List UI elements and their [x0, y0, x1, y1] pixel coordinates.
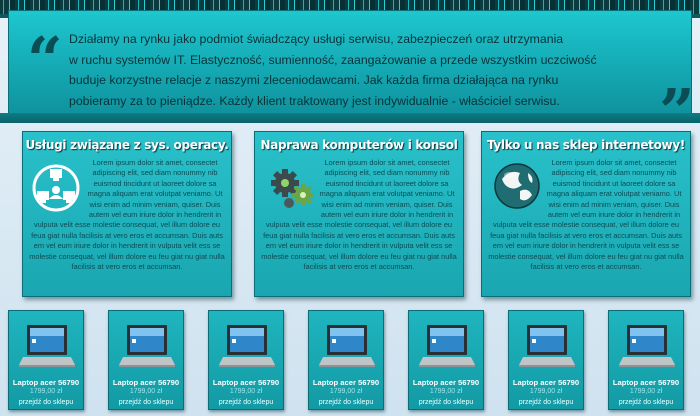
laptop-image: [519, 325, 575, 367]
product-price: 1799,00 zł: [129, 388, 163, 395]
product-price: 1799,00 zł: [529, 388, 563, 395]
product-name: Laptop acer 56790: [312, 378, 380, 387]
product-card[interactable]: Laptop acer 56790 1799,00 zł przejdź do …: [208, 310, 284, 410]
product-card[interactable]: Laptop acer 56790 1799,00 zł przejdź do …: [508, 310, 584, 410]
quote-banner: “ Działamy na rynku jako podmiot świadcz…: [8, 10, 695, 143]
product-price: 1799,00 zł: [429, 388, 463, 395]
product-card[interactable]: Laptop acer 56790 1799,00 zł przejdź do …: [8, 310, 84, 410]
product-name: Laptop acer 56790: [412, 378, 480, 387]
laptop-image: [619, 325, 675, 367]
product-card[interactable]: Laptop acer 56790 1799,00 zł przejdź do …: [308, 310, 384, 410]
go-to-shop-link[interactable]: przejdź do sklepu: [209, 399, 283, 406]
quote-line: w ruchu systemów IT. Elastyczność, sumie…: [69, 52, 597, 67]
laptop-image: [19, 325, 75, 367]
open-quote-icon: “: [27, 23, 63, 96]
laptop-image: [219, 325, 275, 367]
quote-line: pobieramy za to pieniądze. Każdy klient …: [69, 93, 560, 108]
panel-body: Lorem ipsum dolor sit amet, consectet ad…: [29, 158, 225, 272]
product-price: 1799,00 zł: [329, 388, 363, 395]
panel-title: Usługi związane z sys. operacy.: [25, 138, 229, 152]
quote-text: Działamy na rynku jako podmiot świadcząc…: [69, 29, 669, 111]
go-to-shop-link[interactable]: przejdź do sklepu: [509, 399, 583, 406]
quote-line: buduje korzystne relacje z naszymi zlece…: [69, 73, 559, 87]
laptop-image: [419, 325, 475, 367]
go-to-shop-link[interactable]: przejdź do sklepu: [9, 399, 83, 406]
panel-online-shop[interactable]: Tylko u nas sklep internetowy! Lorem ips…: [481, 131, 691, 297]
banner-shadow-bar: [0, 113, 700, 123]
panel-body: Lorem ipsum dolor sit amet, consectet ad…: [488, 158, 684, 272]
go-to-shop-link[interactable]: przejdź do sklepu: [609, 399, 683, 406]
laptop-image: [319, 325, 375, 367]
product-name: Laptop acer 56790: [512, 378, 580, 387]
quote-line: Działamy na rynku jako podmiot świadcząc…: [69, 32, 564, 46]
go-to-shop-link[interactable]: przejdź do sklepu: [309, 399, 383, 406]
panel-title: Naprawa komputerów i konsol: [260, 138, 458, 152]
go-to-shop-link[interactable]: przejdź do sklepu: [409, 399, 483, 406]
product-card[interactable]: Laptop acer 56790 1799,00 zł przejdź do …: [608, 310, 684, 410]
laptop-image: [119, 325, 175, 367]
panel-repair[interactable]: Naprawa komputerów i konsol Lorem ipsum …: [254, 131, 464, 297]
panel-title: Tylko u nas sklep internetowy!: [486, 138, 686, 152]
product-card[interactable]: Laptop acer 56790 1799,00 zł przejdź do …: [408, 310, 484, 410]
product-name: Laptop acer 56790: [12, 378, 80, 387]
go-to-shop-link[interactable]: przejdź do sklepu: [109, 399, 183, 406]
panel-body: Lorem ipsum dolor sit amet, consectet ad…: [261, 158, 457, 272]
panel-os-services[interactable]: Usługi związane z sys. operacy. Lorem ip…: [22, 131, 232, 297]
product-price: 1799,00 zł: [629, 388, 663, 395]
product-name: Laptop acer 56790: [212, 378, 280, 387]
product-name: Laptop acer 56790: [612, 378, 680, 387]
product-name: Laptop acer 56790: [112, 378, 180, 387]
product-price: 1799,00 zł: [229, 388, 263, 395]
product-price: 1799,00 zł: [29, 388, 63, 395]
product-card[interactable]: Laptop acer 56790 1799,00 zł przejdź do …: [108, 310, 184, 410]
